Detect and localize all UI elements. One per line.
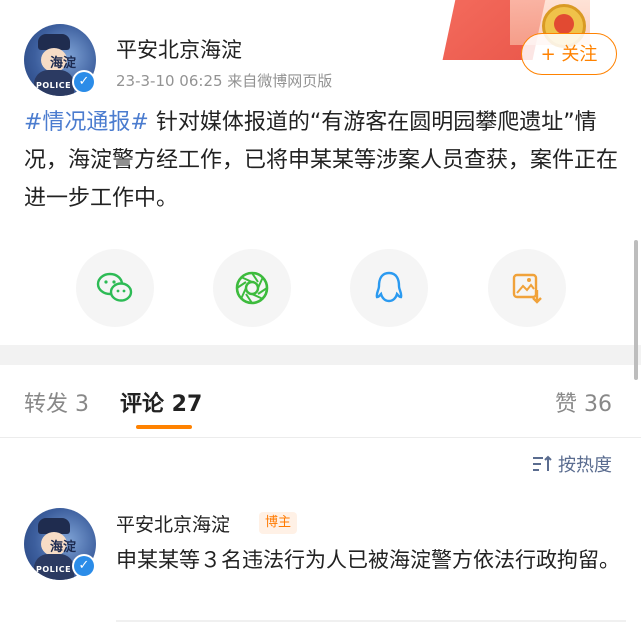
tab-repost[interactable]: 转发 3: [24, 386, 89, 418]
avatar-tag: POLICE: [36, 81, 72, 90]
share-qq-button[interactable]: [350, 249, 428, 327]
tabs-divider: [0, 437, 641, 438]
author-name[interactable]: 平安北京海淀: [116, 34, 242, 64]
avatar-text: 海淀: [50, 56, 77, 71]
moments-icon: [235, 271, 269, 305]
tab-comments[interactable]: 评论 27: [120, 386, 202, 418]
share-wechat-button[interactable]: [76, 249, 154, 327]
post-card: 海淀 POLICE ✓ 平安北京海淀 23-3-10 06:25 来自微博网页版…: [0, 0, 641, 345]
post-meta: 23-3-10 06:25 来自微博网页版: [116, 72, 333, 90]
comment-reply-preview: [116, 620, 626, 622]
hashtag-link[interactable]: #情况通报#: [24, 110, 149, 135]
section-divider: [0, 345, 641, 365]
tab-likes[interactable]: 赞 36: [555, 386, 612, 418]
comment-avatar-tag: POLICE: [36, 565, 72, 574]
share-moments-button[interactable]: [213, 249, 291, 327]
comment-author-name[interactable]: 平安北京海淀: [116, 510, 230, 537]
save-image-button[interactable]: [488, 249, 566, 327]
author-badge: 博主: [259, 512, 298, 534]
follow-button[interactable]: + 关注: [521, 33, 617, 75]
comment-verified-icon: ✓: [72, 554, 96, 578]
sort-button[interactable]: 按热度: [531, 450, 621, 478]
qq-icon: [375, 271, 403, 303]
sort-label: 按热度: [558, 455, 612, 476]
scrollbar[interactable]: [634, 240, 638, 380]
post-content: #情况通报# 针对媒体报道的“有游客在圆明园攀爬遗址”情况，海淀警方经工作，已将…: [24, 104, 624, 218]
comment-avatar-text: 海淀: [50, 540, 77, 555]
save-image-icon: [512, 273, 542, 304]
active-tab-indicator: [136, 425, 192, 429]
wechat-icon: [96, 272, 133, 302]
comment-text: 申某某等３名违法行为人已被海淀警方依法行政拘留。: [116, 548, 620, 572]
verified-icon: ✓: [72, 70, 96, 94]
sort-icon: [533, 455, 552, 471]
